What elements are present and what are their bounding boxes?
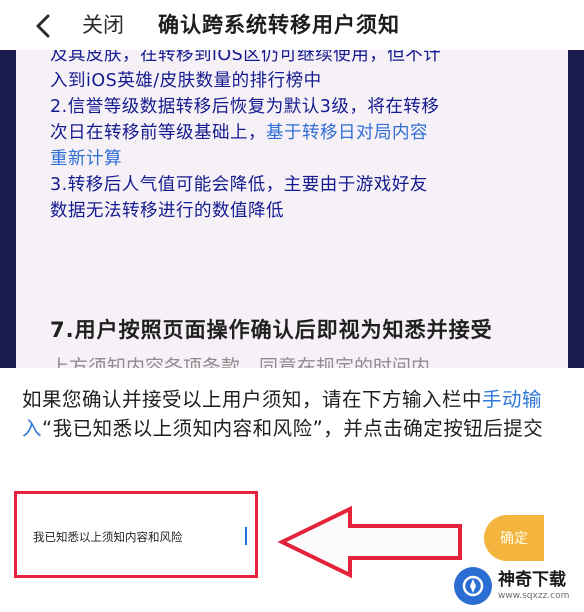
notice-line-partial: 上方须知内容各项条款，同意在规定的时间内 <box>50 356 431 368</box>
notice-line: 数据无法转移进行的数值降低 <box>50 201 284 221</box>
instruction-text: 如果您确认并接受以上用户须知，请在下方输入栏中手动输入“我已知悉以上须知内容和风… <box>22 388 544 440</box>
watermark: 神奇下载 www.sqxzz.com <box>454 562 582 610</box>
submit-button[interactable]: 确定 <box>484 515 544 561</box>
notice-line: 重新计算 <box>50 149 122 169</box>
back-button[interactable] <box>26 9 60 43</box>
top-bar: 关闭 确认跨系统转移用户须知 <box>0 0 584 50</box>
input-highlight-box <box>14 491 258 578</box>
notice-line: 3.转移后人气值可能会降低，主要由于游戏好友 <box>50 175 428 195</box>
notice-document-frame: 及其皮肤，在转移到iOS区仍可继续使用，但不计 入到iOS英雄/皮肤数量的排行榜… <box>0 50 584 368</box>
notice-line: 及其皮肤，在转移到iOS区仍可继续使用，但不计 <box>50 50 442 65</box>
page-title: 确认跨系统转移用户须知 <box>158 13 400 37</box>
confirm-text-input[interactable] <box>31 514 251 560</box>
text-caret <box>245 527 247 545</box>
watermark-logo-icon <box>454 567 492 605</box>
notice-section-heading: 7.用户按照页面操作确认后即视为知悉并接受 <box>50 318 493 342</box>
chevron-left-icon <box>36 14 50 38</box>
notice-line: 次日在转移前等级基础上，基于转移日对局内容 <box>50 123 428 143</box>
notice-line: 入到iOS英雄/皮肤数量的排行榜中 <box>50 71 322 91</box>
notice-document[interactable]: 及其皮肤，在转移到iOS区仍可继续使用，但不计 入到iOS英雄/皮肤数量的排行榜… <box>16 50 568 368</box>
pointer-arrow-icon <box>277 505 462 579</box>
watermark-name: 神奇下载 <box>498 570 566 590</box>
notice-line: 2.信誉等级数据转移后恢复为默认3级，将在转移 <box>50 97 440 117</box>
close-link[interactable]: 关闭 <box>82 11 124 39</box>
watermark-url: www.sqxzz.com <box>498 591 570 601</box>
notice-body: 及其皮肤，在转移到iOS区仍可继续使用，但不计 入到iOS英雄/皮肤数量的排行榜… <box>50 50 550 224</box>
